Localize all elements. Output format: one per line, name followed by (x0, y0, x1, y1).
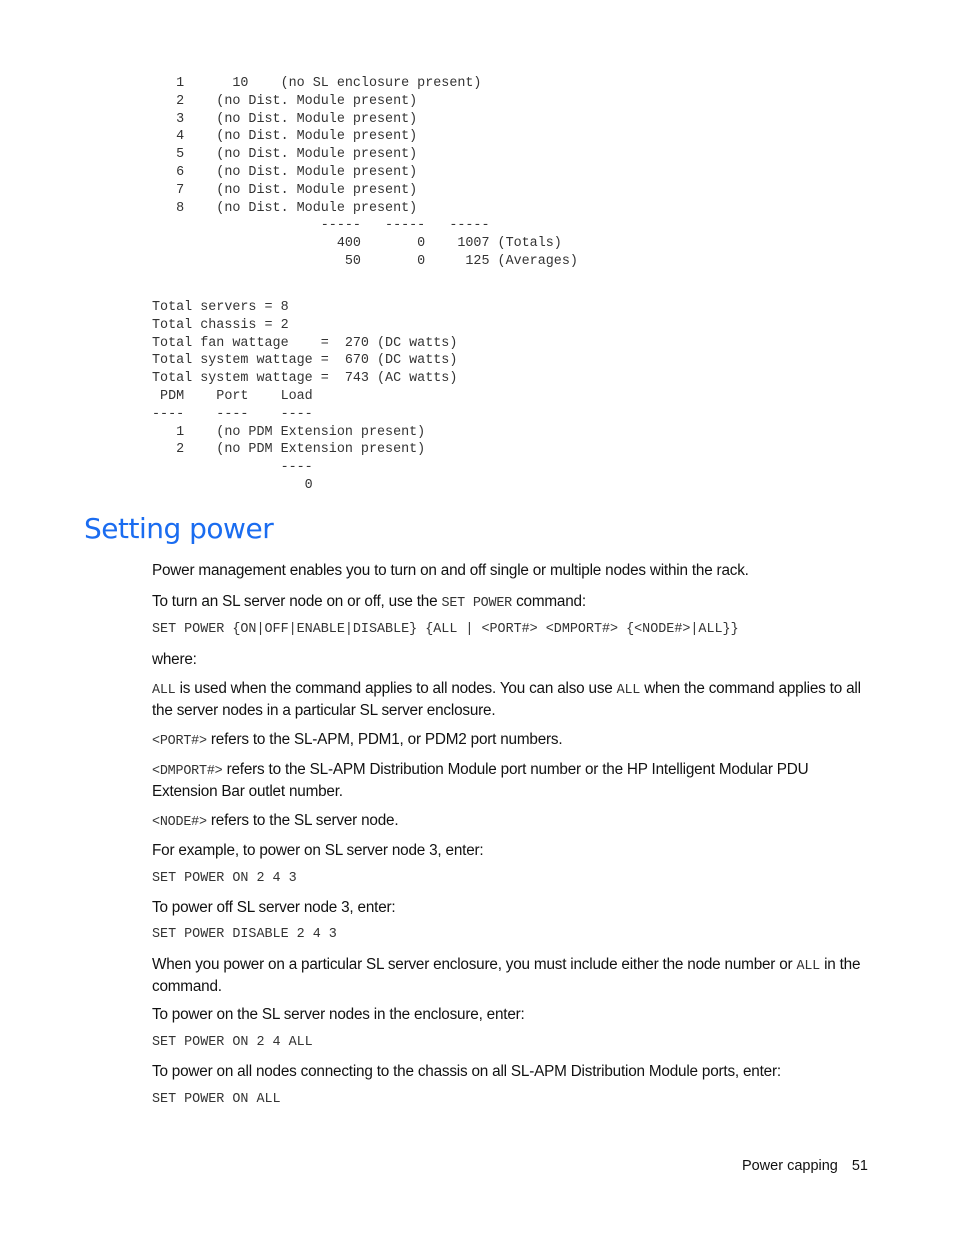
page-number: 51 (851, 1158, 868, 1174)
command-output-block-2: Total servers = 8 Total chassis = 2 Tota… (152, 300, 458, 493)
port-description: <PORT#> refers to the SL-APM, PDM1, or P… (152, 731, 563, 749)
inline-code: ALL (616, 683, 641, 698)
command-output-block-1: 1 10 (no SL enclosure present) 2 (no Dis… (176, 76, 578, 269)
example-3-text: To power on the SL server nodes in the e… (152, 1006, 525, 1023)
inline-code: <NODE#> (152, 815, 207, 830)
all-description: ALL is used when the command applies to … (152, 680, 861, 719)
section-title: Setting power (84, 512, 274, 545)
example-4-text: To power on all nodes connecting to the … (152, 1063, 781, 1080)
page-footer: Power capping 51 (742, 1158, 868, 1174)
inline-code: <DMPORT#> (152, 764, 223, 779)
footer-chapter: Power capping (741, 1158, 838, 1174)
node-description: <NODE#> refers to the SL server node. (152, 812, 399, 830)
dmport-description: <DMPORT#> refers to the SL-APM Distribut… (152, 761, 809, 800)
set-power-paragraph: To turn an SL server node on or off, use… (152, 593, 586, 611)
example-1-text: For example, to power on SL server node … (152, 842, 484, 859)
example-2-command: SET POWER DISABLE 2 4 3 (152, 927, 337, 942)
inline-code: ALL (796, 959, 821, 974)
example-2-text: To power off SL server node 3, enter: (152, 899, 396, 916)
inline-code: SET POWER (441, 596, 513, 611)
enclosure-note: When you power on a particular SL server… (152, 956, 861, 995)
example-1-command: SET POWER ON 2 4 3 (152, 871, 297, 886)
example-3-command: SET POWER ON 2 4 ALL (152, 1035, 313, 1050)
inline-code: <PORT#> (152, 734, 207, 749)
inline-code: ALL (152, 683, 176, 698)
where-label: where: (152, 651, 197, 668)
intro-paragraph: Power management enables you to turn on … (152, 562, 749, 579)
example-4-command: SET POWER ON ALL (152, 1092, 281, 1107)
syntax-command: SET POWER {ON|OFF|ENABLE|DISABLE} {ALL |… (152, 622, 739, 637)
